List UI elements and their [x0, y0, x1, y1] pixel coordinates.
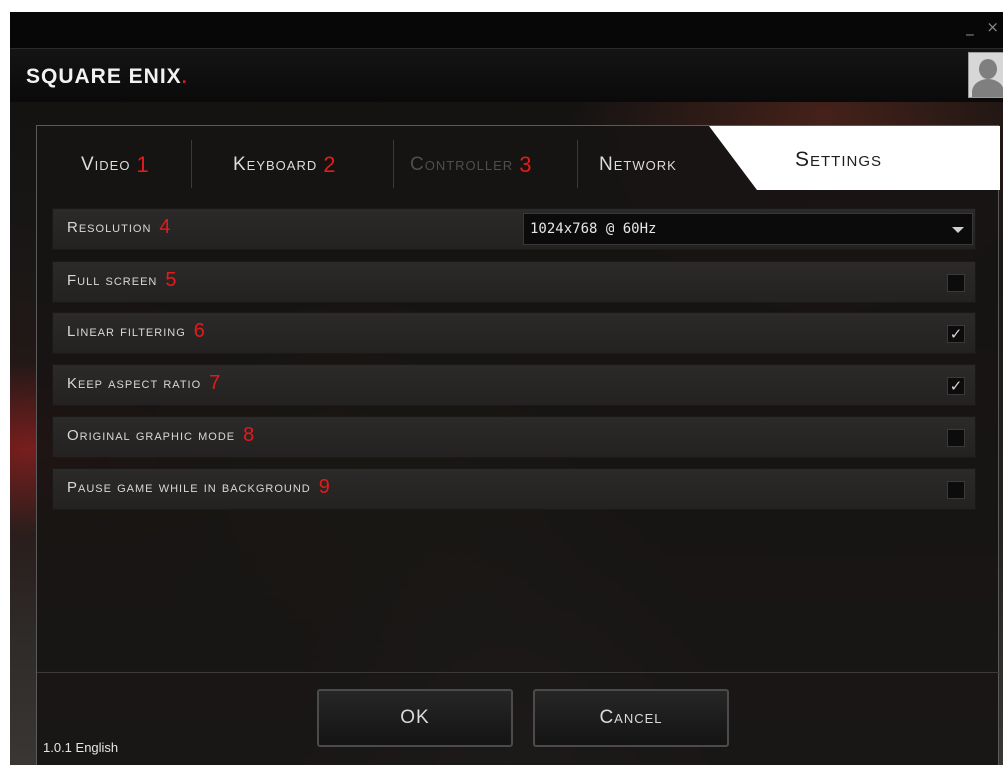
pause-in-background-marker: 9 [318, 476, 331, 498]
setting-row-pause-in-background: Pause game while in background 9 [52, 468, 976, 510]
keep-aspect-ratio-marker: 7 [209, 372, 222, 394]
resolution-marker: 4 [159, 216, 172, 238]
original-graphic-mode-label: Original graphic mode [67, 427, 236, 444]
cancel-button[interactable]: Cancel [533, 689, 729, 747]
original-graphic-mode-checkbox[interactable] [947, 429, 965, 447]
full-screen-label: Full screen [67, 272, 158, 289]
avatar-head-shape [979, 59, 997, 79]
window-controls[interactable]: _ × [966, 18, 1003, 36]
user-avatar-icon[interactable] [968, 52, 1003, 98]
tab-separator [191, 140, 192, 188]
setting-label: Resolution 4 [67, 216, 172, 239]
logo-dot: . [181, 67, 188, 87]
brand-bar: SQUARE ENIX. [10, 48, 1003, 102]
tab-video-label: Video [81, 154, 131, 175]
tab-controller-label: Controller [410, 154, 514, 175]
tab-controller[interactable]: Controller 3 [410, 140, 532, 190]
tab-separator [577, 140, 578, 188]
settings-panel: Video 1 Keyboard 2 Controller 3 Network … [36, 125, 1000, 765]
full-screen-checkbox[interactable] [947, 274, 965, 292]
keep-aspect-ratio-checkbox[interactable]: ✓ [947, 377, 965, 395]
square-enix-logo: SQUARE ENIX. [26, 65, 188, 89]
version-label: 1.0.1 English [43, 740, 119, 755]
checkmark-icon: ✓ [949, 325, 963, 343]
tab-network-label: Network [599, 154, 677, 175]
linear-filtering-checkbox[interactable]: ✓ [947, 325, 965, 343]
tab-controller-marker: 3 [519, 152, 533, 177]
setting-row-keep-aspect-ratio: Keep aspect ratio 7 ✓ [52, 364, 976, 406]
tab-settings-label: Settings [795, 148, 883, 171]
tab-video-marker: 1 [136, 152, 150, 177]
original-graphic-mode-marker: 8 [243, 424, 256, 446]
tab-keyboard[interactable]: Keyboard 2 [233, 140, 337, 190]
tab-keyboard-marker: 2 [323, 152, 337, 177]
setting-label: Pause game while in background 9 [67, 476, 331, 499]
keep-aspect-ratio-label: Keep aspect ratio [67, 375, 202, 392]
linear-filtering-marker: 6 [193, 320, 206, 342]
tab-separator [393, 140, 394, 188]
checkmark-icon: ✓ [949, 377, 963, 395]
setting-label: Full screen 5 [67, 269, 177, 292]
setting-row-full-screen: Full screen 5 [52, 261, 976, 303]
tab-network[interactable]: Network [599, 140, 677, 190]
footer-divider [37, 672, 1000, 673]
tab-keyboard-label: Keyboard [233, 154, 318, 175]
resolution-value: 1024x768 @ 60Hz [530, 221, 657, 237]
title-bar: _ × [10, 12, 1003, 48]
tab-video[interactable]: Video 1 [81, 140, 150, 190]
setting-label: Keep aspect ratio 7 [67, 372, 221, 395]
resolution-select[interactable]: 1024x768 @ 60Hz [523, 213, 973, 245]
setting-label: Linear filtering 6 [67, 320, 206, 343]
setting-row-resolution: Resolution 4 1024x768 @ 60Hz [52, 208, 976, 250]
pause-in-background-checkbox[interactable] [947, 481, 965, 499]
chevron-down-icon[interactable] [952, 227, 964, 233]
full-screen-marker: 5 [165, 269, 178, 291]
linear-filtering-label: Linear filtering [67, 323, 186, 340]
logo-text: SQUARE ENIX [26, 65, 182, 88]
launcher-window: _ × SQUARE ENIX. Video 1 Keyboard 2 Cont… [10, 12, 1003, 765]
setting-label: Original graphic mode 8 [67, 424, 255, 447]
ok-button[interactable]: OK [317, 689, 513, 747]
setting-row-linear-filtering: Linear filtering 6 ✓ [52, 312, 976, 354]
pause-in-background-label: Pause game while in background [67, 479, 311, 496]
setting-row-original-graphic-mode: Original graphic mode 8 [52, 416, 976, 458]
resolution-label: Resolution [67, 219, 152, 236]
avatar-body-shape [972, 79, 1003, 97]
tab-settings[interactable]: Settings [709, 126, 1000, 190]
